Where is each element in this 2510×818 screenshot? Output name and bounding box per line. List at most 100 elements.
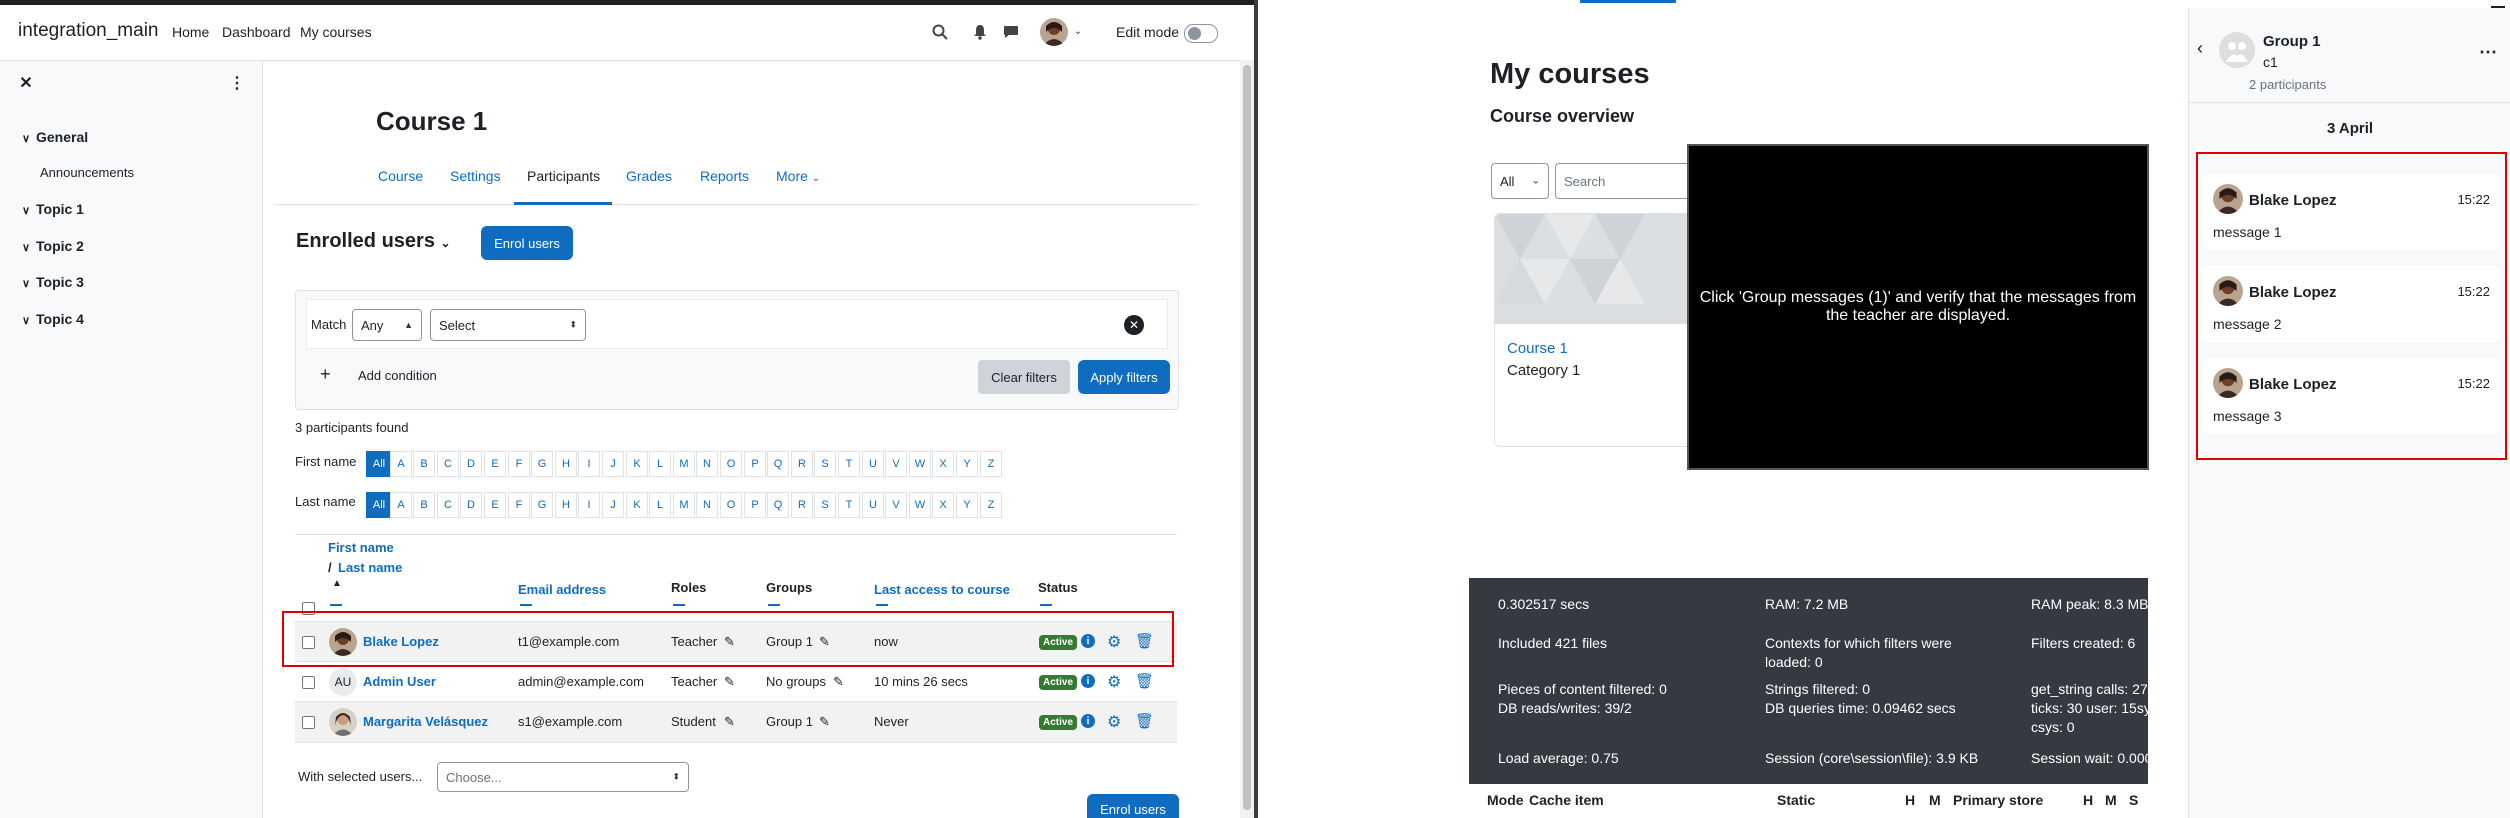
bell-icon[interactable]	[970, 22, 990, 42]
tab-grades[interactable]: Grades	[626, 168, 672, 184]
initial-letter-b[interactable]: B	[413, 492, 435, 518]
drawer-menu-kebab-icon[interactable]: ⋮	[229, 75, 245, 92]
initial-letter-l[interactable]: L	[649, 451, 671, 477]
tab-settings[interactable]: Settings	[450, 168, 501, 184]
info-icon[interactable]: i	[1081, 714, 1095, 728]
enrol-users-bottom-button[interactable]: Enrol users	[1087, 794, 1179, 818]
initial-letter-e[interactable]: E	[484, 451, 506, 477]
initial-letter-p[interactable]: P	[744, 451, 766, 477]
gear-icon[interactable]: ⚙	[1107, 672, 1121, 692]
course-name-link[interactable]: Course 1	[1507, 340, 1568, 357]
initial-letter-w[interactable]: W	[909, 492, 931, 518]
initial-letter-q[interactable]: Q	[767, 451, 789, 477]
trash-icon[interactable]: 🗑	[1135, 672, 1154, 690]
initial-letter-s[interactable]: S	[814, 451, 836, 477]
initial-letter-all[interactable]: All	[366, 451, 392, 477]
nav-dashboard[interactable]: Dashboard	[222, 24, 291, 40]
initial-letter-v[interactable]: V	[885, 492, 907, 518]
initial-letter-n[interactable]: N	[696, 451, 718, 477]
initial-letter-q[interactable]: Q	[767, 492, 789, 518]
col-last-name[interactable]: Last name	[338, 560, 402, 575]
row-checkbox[interactable]	[302, 716, 315, 729]
user-name-link[interactable]: Admin User	[363, 674, 436, 689]
initial-letter-a[interactable]: A	[390, 492, 412, 518]
edit-mode-toggle[interactable]	[1184, 24, 1218, 43]
initial-letter-t[interactable]: T	[838, 492, 860, 518]
gear-icon[interactable]: ⚙	[1107, 712, 1121, 732]
section-topic-1[interactable]: ∨ Topic 1	[22, 201, 84, 217]
initial-letter-s[interactable]: S	[814, 492, 836, 518]
enrol-users-button[interactable]: Enrol users	[481, 226, 573, 260]
initial-letter-i[interactable]: I	[578, 492, 600, 518]
initial-letter-g[interactable]: G	[531, 451, 553, 477]
initial-letter-r[interactable]: R	[791, 492, 813, 518]
tab-more[interactable]: More ⌄	[776, 168, 820, 184]
conversation-menu-icon[interactable]: ⋯	[2479, 42, 2497, 63]
user-menu-chevron-icon[interactable]: ⌄	[1072, 24, 1084, 38]
initial-letter-j[interactable]: J	[602, 451, 624, 477]
initial-letter-u[interactable]: U	[862, 492, 884, 518]
initial-letter-i[interactable]: I	[578, 451, 600, 477]
initial-letter-h[interactable]: H	[555, 492, 577, 518]
pencil-icon[interactable]: ✎	[819, 714, 830, 730]
initial-letter-w[interactable]: W	[909, 451, 931, 477]
col-email[interactable]: Email address	[518, 582, 606, 597]
section-topic-3[interactable]: ∨ Topic 3	[22, 274, 84, 290]
nav-home[interactable]: Home	[172, 24, 209, 40]
site-name[interactable]: integration_main	[18, 20, 158, 42]
remove-filter-icon[interactable]: ✕	[1124, 315, 1144, 335]
initial-letter-x[interactable]: X	[932, 451, 954, 477]
initial-letter-m[interactable]: M	[673, 492, 695, 518]
initial-letter-d[interactable]: D	[460, 492, 482, 518]
nav-my-courses[interactable]: My courses	[300, 24, 372, 40]
initial-letter-a[interactable]: A	[390, 451, 412, 477]
col-last-access[interactable]: Last access to course	[874, 582, 1010, 597]
collapse-col-icon[interactable]	[876, 604, 888, 606]
with-selected-select[interactable]: Choose... ⬍	[437, 762, 689, 792]
initial-letter-z[interactable]: Z	[980, 492, 1002, 518]
initial-letter-f[interactable]: F	[508, 492, 530, 518]
collapse-col-icon[interactable]	[520, 604, 532, 606]
initial-letter-c[interactable]: C	[437, 451, 459, 477]
section-topic-2[interactable]: ∨ Topic 2	[22, 238, 84, 254]
initial-letter-e[interactable]: E	[484, 492, 506, 518]
section-general[interactable]: ∨ General	[22, 129, 88, 145]
initial-letter-k[interactable]: K	[626, 492, 648, 518]
tab-reports[interactable]: Reports	[700, 168, 749, 184]
collapse-col-icon[interactable]	[768, 604, 780, 606]
initial-letter-m[interactable]: M	[673, 451, 695, 477]
initial-letter-l[interactable]: L	[649, 492, 671, 518]
info-icon[interactable]: i	[1081, 674, 1095, 688]
scrollbar-thumb[interactable]	[1243, 65, 1251, 810]
item-announcements[interactable]: Announcements	[40, 165, 134, 180]
section-topic-4[interactable]: ∨ Topic 4	[22, 311, 84, 327]
initial-letter-v[interactable]: V	[885, 451, 907, 477]
back-arrow-icon[interactable]: ‹	[2197, 38, 2203, 59]
pencil-icon[interactable]: ✎	[724, 714, 735, 730]
close-drawer-icon[interactable]: ✕	[18, 75, 34, 92]
initial-letter-o[interactable]: O	[720, 492, 742, 518]
initial-letter-all[interactable]: All	[366, 492, 392, 518]
initial-letter-t[interactable]: T	[838, 451, 860, 477]
search-icon[interactable]	[930, 22, 950, 42]
pencil-icon[interactable]: ✎	[724, 674, 735, 690]
filter-type-select[interactable]: Select ⬍	[430, 309, 586, 341]
col-first-name[interactable]: First name	[328, 540, 394, 555]
initial-letter-g[interactable]: G	[531, 492, 553, 518]
pencil-icon[interactable]: ✎	[833, 674, 844, 690]
course-filter-select[interactable]: All ⌄	[1491, 163, 1549, 199]
initial-letter-y[interactable]: Y	[956, 451, 978, 477]
add-condition-link[interactable]: Add condition	[358, 368, 437, 383]
initial-letter-n[interactable]: N	[696, 492, 718, 518]
tab-course[interactable]: Course	[378, 168, 423, 184]
initial-letter-y[interactable]: Y	[956, 492, 978, 518]
collapse-col-icon[interactable]	[673, 604, 685, 606]
course-card[interactable]: Course 1 Category 1	[1494, 213, 1696, 447]
course-search-input[interactable]: Search	[1555, 163, 1695, 199]
initial-letter-p[interactable]: P	[744, 492, 766, 518]
tab-participants[interactable]: Participants	[527, 168, 600, 184]
initial-letter-r[interactable]: R	[791, 451, 813, 477]
trash-icon[interactable]: 🗑	[1135, 712, 1154, 730]
initial-letter-h[interactable]: H	[555, 451, 577, 477]
initial-letter-z[interactable]: Z	[980, 451, 1002, 477]
